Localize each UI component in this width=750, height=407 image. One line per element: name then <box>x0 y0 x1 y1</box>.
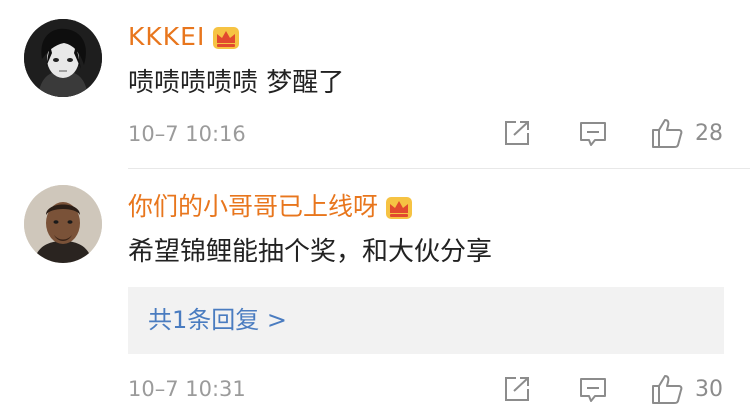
comment-item: KKKEI 啧啧啧啧啧 梦醒了 10–7 10:16 28 <box>0 0 750 168</box>
comment-text: 啧啧啧啧啧 梦醒了 <box>128 68 345 98</box>
like-count: 30 <box>695 377 723 402</box>
like-button[interactable] <box>650 117 684 149</box>
share-button[interactable] <box>502 119 532 147</box>
crown-badge-icon <box>384 195 414 221</box>
comment-icon <box>580 378 606 402</box>
avatar[interactable] <box>24 19 102 97</box>
comment-button[interactable] <box>578 120 608 148</box>
anime-avatar-icon <box>24 19 102 97</box>
username[interactable]: 你们的小哥哥已上线呀 <box>128 191 414 223</box>
timestamp: 10–7 10:16 <box>128 122 246 146</box>
like-button[interactable] <box>650 373 684 405</box>
share-icon <box>505 377 529 401</box>
share-icon <box>505 121 529 145</box>
crown-badge-icon <box>211 25 241 51</box>
thumbs-up-icon <box>652 375 683 404</box>
comment-text: 希望锦鲤能抽个奖，和大伙分享 <box>128 237 493 267</box>
timestamp: 10–7 10:31 <box>128 377 246 401</box>
username[interactable]: KKKEI <box>128 21 241 53</box>
comment-item: 你们的小哥哥已上线呀 希望锦鲤能抽个奖，和大伙分享 共1条回复 > 10–7 1… <box>0 169 750 407</box>
avatar[interactable] <box>24 185 102 263</box>
thumbs-up-icon <box>652 119 683 148</box>
basketball-player-avatar-icon <box>24 185 102 263</box>
like-count: 28 <box>695 121 723 146</box>
share-button[interactable] <box>502 375 532 403</box>
replies-box[interactable]: 共1条回复 > <box>128 287 724 354</box>
comment-icon <box>580 122 606 146</box>
view-replies-link[interactable]: 共1条回复 > <box>148 303 287 337</box>
comment-button[interactable] <box>578 376 608 404</box>
